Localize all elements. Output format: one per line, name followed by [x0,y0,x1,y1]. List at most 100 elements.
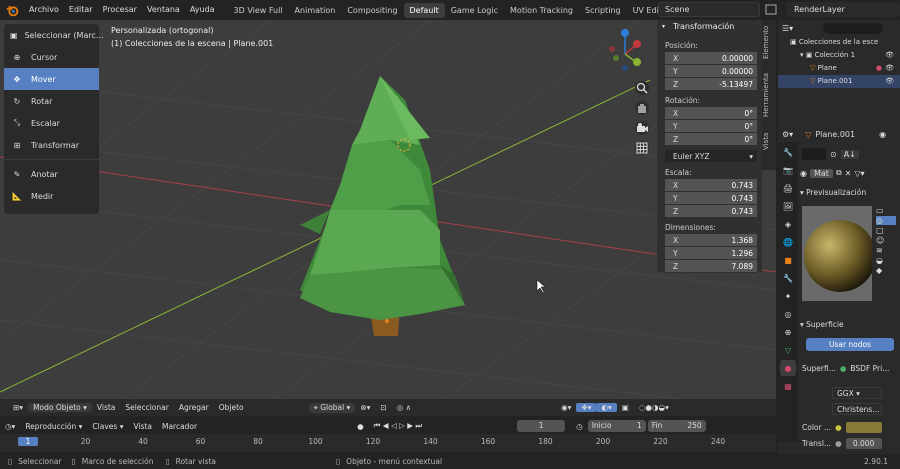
menu-seleccionar[interactable]: Seleccionar [120,403,173,412]
tab-vista[interactable]: Vista [762,126,776,156]
editor-type-icon[interactable]: ⊞▾ [8,403,28,412]
preview-header[interactable]: ▾ Previsualización [800,188,900,200]
tool-medir[interactable]: 📐 Medir [4,185,99,207]
scale-x-field[interactable]: X 0.743 [665,179,757,192]
scale-z-field[interactable]: Z 0.743 [665,205,757,218]
distribution-select[interactable]: GGX ▾ [832,387,882,399]
camera-icon[interactable] [635,121,649,135]
rotation-z-field[interactable]: Z 0° [665,133,757,146]
slot-list[interactable] [802,148,826,160]
menu-objeto[interactable]: Objeto [214,403,249,412]
workspace-tab-compositing[interactable]: Compositing [341,3,403,18]
preview-cloth-icon[interactable]: ◆ [876,266,896,275]
transform-header[interactable]: ▾ Transformación [657,20,762,34]
dimensions-z-field[interactable]: Z 7.089 [665,260,757,273]
dimensions-x-field[interactable]: X 1.368 [665,234,757,247]
material-tab-icon[interactable]: ● [780,360,796,376]
outliner-search-input[interactable] [823,22,884,34]
surface-header[interactable]: ▾ Superficie [800,320,900,332]
scale-y-field[interactable]: Y 0.743 [665,192,757,205]
base-color-swatch[interactable] [845,422,882,433]
copy-icon[interactable]: ⧉ [836,168,842,178]
menu-ventana[interactable]: Ventana [142,0,185,20]
preview-flat-icon[interactable]: ▭ [876,206,896,215]
xray-icon[interactable]: ▣ [617,403,634,412]
orientation-select[interactable]: ⌖ Global ▾ [308,402,356,413]
timeline-editor-icon[interactable]: ◷▾ [0,422,20,431]
timeline-ruler[interactable]: 1 20 40 60 80 100 120 140 160 180 200 220 240 [0,434,776,452]
blender-logo-icon[interactable] [4,2,20,18]
constraints-tab-icon[interactable]: ⊕ [780,324,796,340]
shading-modes-icon[interactable]: ◌●◑◒▾ [634,403,674,412]
start-frame-field[interactable]: Inicio 1 [587,420,646,432]
location-y-field[interactable]: Y 0.00000 [665,65,757,78]
menu-claves[interactable]: Claves ▾ [87,422,128,431]
pivot-icon[interactable]: ⊗▾ [355,403,375,412]
workspace-tab-scripting[interactable]: Scripting [579,3,627,18]
object-name[interactable]: Plane.001 [815,130,855,139]
outliner-item-plane001[interactable]: ▽ Plane.001 👁 [778,75,900,88]
tool-transformar[interactable]: ⊞ Transformar [4,134,99,156]
tool-cursor[interactable]: ⊕ Cursor [4,46,99,68]
preview-sphere-icon[interactable]: ◎ [876,216,896,225]
eye-icon[interactable]: 👁 [885,62,894,75]
output-tab-icon[interactable]: 🖨 [780,180,796,196]
visibility-icon[interactable]: ◉▾ [556,403,576,412]
menu-vista-timeline[interactable]: Vista [128,422,157,431]
mode-select[interactable]: Modo Objeto ▾ [28,403,92,412]
filter-icon[interactable]: ▽▾ [854,169,864,178]
workspace-tab-game-logic[interactable]: Game Logic [445,3,504,18]
eye-icon[interactable]: 👁 [885,75,894,88]
proportional-edit-icon[interactable]: ◎ ∧ [392,403,416,412]
tool-escalar[interactable]: ⤡ Escalar [4,112,99,134]
subsurface-method-select[interactable]: Christens... ▾ [832,403,882,415]
gizmo-toggle-icon[interactable]: ✥▾ [576,403,597,412]
properties-editor-icon[interactable]: ⚙▾ [782,130,793,139]
tool-rotar[interactable]: ↻ Rotar [4,90,99,112]
rotation-x-field[interactable]: X 0° [665,107,757,120]
preview-monkey-icon[interactable]: ☺ [876,236,896,245]
view-layer-tab-icon[interactable]: 🖼 [780,198,796,214]
menu-agregar[interactable]: Agregar [174,403,214,412]
tab-herramienta[interactable]: Herramienta [762,64,776,126]
dimensions-y-field[interactable]: Y 1.296 [665,247,757,260]
transl-value-field[interactable]: 0.000 [845,438,882,449]
tool-tab-icon[interactable]: 🔧 [780,144,796,160]
object-tab-icon[interactable]: ■ [780,252,796,268]
preview-cube-icon[interactable]: ▢ [876,226,896,235]
outliner-scene-collection[interactable]: ▣ Colecciones de la esce [778,36,900,49]
menu-archivo[interactable]: Archivo [24,0,64,20]
particles-tab-icon[interactable]: ✦ [780,288,796,304]
new-scene-icon[interactable] [761,2,783,17]
snap-icon[interactable]: ⊡ [375,403,391,412]
menu-procesar[interactable]: Procesar [98,0,142,20]
unlink-icon[interactable]: ✕ [845,169,852,178]
menu-vista[interactable]: Vista [92,403,121,412]
use-nodes-button[interactable]: Usar nodos [806,338,894,351]
location-x-field[interactable]: X 0.00000 [665,52,757,65]
record-icon[interactable]: ● [352,422,369,431]
material-sphere-icon[interactable]: ◉ [800,169,807,178]
scene-selector[interactable]: Scene [658,2,760,17]
menu-editar[interactable]: Editar [64,0,98,20]
outliner-collection-1[interactable]: ▾ ▣ Colección 1 👁 [778,49,900,62]
rotation-y-field[interactable]: Y 0° [665,120,757,133]
workspace-tab-default[interactable]: Default [403,2,445,18]
world-tab-icon[interactable]: 🌐 [780,234,796,250]
grid-view-icon[interactable] [635,141,649,155]
location-z-field[interactable]: Z -5.13497 [665,78,757,91]
outliner-editor-icon[interactable]: ☰▾ [782,24,793,33]
material-name-field[interactable]: Mat [809,168,833,178]
menu-marcador[interactable]: Marcador [157,422,202,431]
overlay-toggle-icon[interactable]: ◐▾ [596,403,617,412]
tab-elemento[interactable]: Elemento [762,20,776,64]
browse-icon[interactable]: ⊙ [830,150,837,159]
current-frame-field[interactable]: 1 [517,420,566,432]
tool-mover[interactable]: ✥ Mover [4,68,99,90]
outliner-item-plane[interactable]: ▽ Plane ● 👁 [778,62,900,75]
workspace-tab-animation[interactable]: Animation [289,3,342,18]
tool-seleccionar-marc[interactable]: ▣ Seleccionar (Marc... [4,24,104,46]
end-frame-field[interactable]: Fin 250 [647,420,706,432]
preview-world-icon[interactable]: ◒ [876,256,896,265]
data-tab-icon[interactable]: ▽ [780,342,796,358]
